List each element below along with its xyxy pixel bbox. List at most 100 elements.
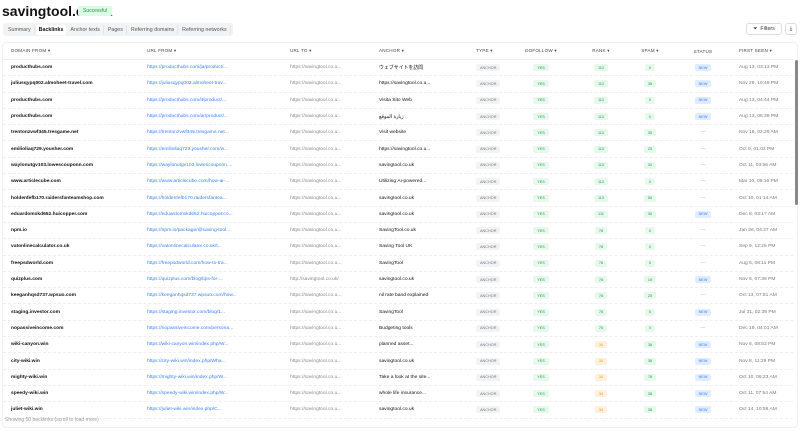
table-row[interactable]: keeganhqsd737.wpsuo.com https://keeganhqs… xyxy=(3,288,793,305)
url-from-link[interactable]: https://trentonzvwf345.tresgame.net... xyxy=(147,125,287,140)
column-header-domain-from[interactable]: DOMAIN FROM ▾ xyxy=(11,43,147,59)
table-row[interactable]: mighty-wiki.win https://mighty-wiki.win/i… xyxy=(3,370,793,386)
url-from-link[interactable]: https://producthubs.com/ar/product/... xyxy=(147,109,287,124)
tab-referring-networks[interactable]: Referring networks xyxy=(179,24,231,35)
url-from-link[interactable]: https://www.articlecube.com/how-ai-... xyxy=(147,174,287,189)
rank-badge: 113 xyxy=(593,178,609,186)
url-from-link[interactable]: https://juliusqypq002.almoheet-trav... xyxy=(147,76,287,91)
url-from-link[interactable]: https://vatonlinecalculator.co.uk/t... xyxy=(147,239,287,254)
rank-badge: 111 xyxy=(594,210,608,218)
rank-badge: 113 xyxy=(593,194,609,202)
dofollow-badge: YES xyxy=(533,80,549,88)
anchor-cell: nil rate band explained xyxy=(379,293,429,299)
table-row[interactable]: juliet-wiki.win https://juliet-wiki.win/i… xyxy=(3,402,793,419)
column-header-dofollow[interactable]: DOFOLLOW ▾ xyxy=(516,43,566,59)
dofollow-badge: YES xyxy=(533,390,549,398)
rank-cell: 34 xyxy=(571,370,631,385)
url-from-link[interactable]: https://juliet-wiki.win/index.php/C... xyxy=(147,402,287,417)
table-row[interactable]: nopassiveincome.com https://nopassiveinco… xyxy=(3,321,793,338)
status-cell: NEW xyxy=(673,60,733,75)
first-seen-cell: Oct 13, 07:51 AM xyxy=(739,293,777,299)
url-from-link[interactable]: https://staging.investor.com/blog/1... xyxy=(147,305,287,320)
tab-summary[interactable]: Summary xyxy=(5,24,35,35)
column-header-type[interactable]: TYPE ▾ xyxy=(476,43,516,59)
spam-badge: 0 xyxy=(644,324,656,332)
url-from-link[interactable]: https://npm.io/package/@saving-tool... xyxy=(147,223,287,238)
url-from-link[interactable]: https://waylonutgv103.lowescouponn.... xyxy=(147,158,287,173)
table-row[interactable]: wiki-canyon.win https://wiki-canyon.win/i… xyxy=(3,337,793,354)
status-cell: NEW xyxy=(673,76,733,91)
column-header-spam[interactable]: SPAM ▾ xyxy=(627,43,673,59)
type-cell: ANCHOR xyxy=(476,174,516,189)
url-from-link[interactable]: https://eduardomxkd652.huicopper.co... xyxy=(147,207,287,222)
url-from-link[interactable]: https://wiki-canyon.win/index.php/W... xyxy=(147,337,287,352)
status-badge: NEW xyxy=(694,96,712,104)
table-row[interactable]: trentonzvwf345.tresgame.net https://trent… xyxy=(3,125,793,142)
tab-anchor-texts[interactable]: Anchor texts xyxy=(67,24,104,35)
table-row[interactable]: staging.investor.com https://staging.inve… xyxy=(3,305,793,321)
url-from-link[interactable]: https://city-wiki.win/index.php/Wha... xyxy=(147,353,287,368)
url-from-link[interactable]: https://holdenfefb170.raidersfantea... xyxy=(147,190,287,205)
column-header-rank[interactable]: RANK ▾ xyxy=(571,43,631,59)
funnel-icon: ⏷ xyxy=(753,25,758,32)
url-from-link[interactable]: https://freepsdworld.com/how-to-tra... xyxy=(147,256,287,271)
spam-cell: 25 xyxy=(627,288,673,303)
table-row[interactable]: freepsdworld.com https://freepsdworld.com… xyxy=(3,256,793,272)
table-row[interactable]: juliusqypq002.almoheet-travel.com https:/… xyxy=(3,76,793,93)
url-from-link[interactable]: https://keeganhqsd737.wpsuo.com/how... xyxy=(147,288,287,303)
rank-cell: 78 xyxy=(571,272,631,287)
table-row[interactable]: eduardomxkd652.huicopper.com https://edua… xyxy=(3,207,793,223)
anchor-cell: https://savingtool.co.u... xyxy=(379,146,431,152)
rank-cell: 78 xyxy=(571,239,631,254)
table-row[interactable]: producthubs.com https://producthubs.com/a… xyxy=(3,109,793,126)
table-row[interactable]: producthubs.com https://producthubs.com/j… xyxy=(3,60,793,77)
column-header-anchor[interactable]: ANCHOR ▾ xyxy=(379,43,474,59)
status-badge: NEW xyxy=(694,64,712,72)
table-row[interactable]: speedy-wiki.win https://speedy-wiki.win/i… xyxy=(3,386,793,403)
url-from-link[interactable]: https://nopassiveincome.com/persona... xyxy=(147,321,287,336)
tab-referring-domains[interactable]: Referring domains xyxy=(128,24,179,35)
url-from-link[interactable]: https://emilioliaq729.yousher.com/w... xyxy=(147,142,287,157)
status-badge: NEW xyxy=(694,308,712,316)
domain-from-cell: eduardomxkd652.huicopper.com xyxy=(11,211,88,217)
rank-cell: 78 xyxy=(571,223,631,238)
table-row[interactable]: npm.io https://npm.io/package/@saving-too… xyxy=(3,223,793,240)
table-row[interactable]: producthubs.com https://producthubs.com/i… xyxy=(3,93,793,109)
dofollow-cell: YES xyxy=(516,288,566,303)
dofollow-cell: YES xyxy=(516,370,566,385)
url-from-link[interactable]: https://quizplus.com/blog/tips-for-... xyxy=(147,272,287,287)
url-from-link[interactable]: https://speedy-wiki.win/index.php/W... xyxy=(147,386,287,401)
dofollow-badge: YES xyxy=(533,406,549,414)
column-header-first-seen[interactable]: FIRST SEEN ▾ xyxy=(739,43,793,59)
url-from-link[interactable]: https://mighty-wiki.win/index.php/W... xyxy=(147,370,287,385)
table-row[interactable]: waylonutgv103.lowescouponn.com https://wa… xyxy=(3,158,793,175)
first-seen-cell: Nov 29, 10:49 PM xyxy=(739,81,779,87)
status-badge: — xyxy=(700,162,706,168)
table-row[interactable]: vatonlinecalculator.co.uk https://vatonli… xyxy=(3,239,793,256)
column-header-url-from[interactable]: URL FROM ▾ xyxy=(147,43,287,59)
spam-badge: 38 xyxy=(643,357,657,365)
tab-backlinks[interactable]: Backlinks xyxy=(35,24,67,35)
column-header-url-to[interactable]: URL TO ▾ xyxy=(290,43,378,59)
first-seen-cell: Nov 5, 07:39 PM xyxy=(739,277,776,283)
table-row[interactable]: www.articlecube.com https://www.articlecu… xyxy=(3,174,793,191)
table-row[interactable]: emilioliaq729.yousher.com https://emiliol… xyxy=(3,142,793,158)
download-button[interactable]: ⤓ xyxy=(785,23,797,35)
scrollbar[interactable] xyxy=(795,60,798,205)
rank-badge: 34 xyxy=(594,357,608,365)
table-row[interactable]: holdenfefb170.raidersfanteamshop.com http… xyxy=(3,190,793,207)
url-from-link[interactable]: https://producthubs.com/it/product/... xyxy=(147,93,287,108)
type-badge: ANCHOR xyxy=(476,406,501,414)
rank-badge: 113 xyxy=(593,96,609,104)
type-badge: ANCHOR xyxy=(476,96,501,104)
tab-pages[interactable]: Pages xyxy=(105,24,127,35)
dofollow-badge: YES xyxy=(533,129,549,137)
column-header-status[interactable]: STATUS xyxy=(673,43,733,59)
filters-button[interactable]: ⏷ Filters xyxy=(746,23,782,35)
type-cell: ANCHOR xyxy=(476,223,516,238)
table-row[interactable]: city-wiki.win https://city-wiki.win/index… xyxy=(3,353,793,370)
table-row[interactable]: quizplus.com https://quizplus.com/blog/ti… xyxy=(3,272,793,289)
anchor-cell: savingtool.co.uk xyxy=(379,211,415,217)
type-badge: ANCHOR xyxy=(476,390,501,398)
url-from-link[interactable]: https://producthubs.com/ja/product/... xyxy=(147,60,287,75)
